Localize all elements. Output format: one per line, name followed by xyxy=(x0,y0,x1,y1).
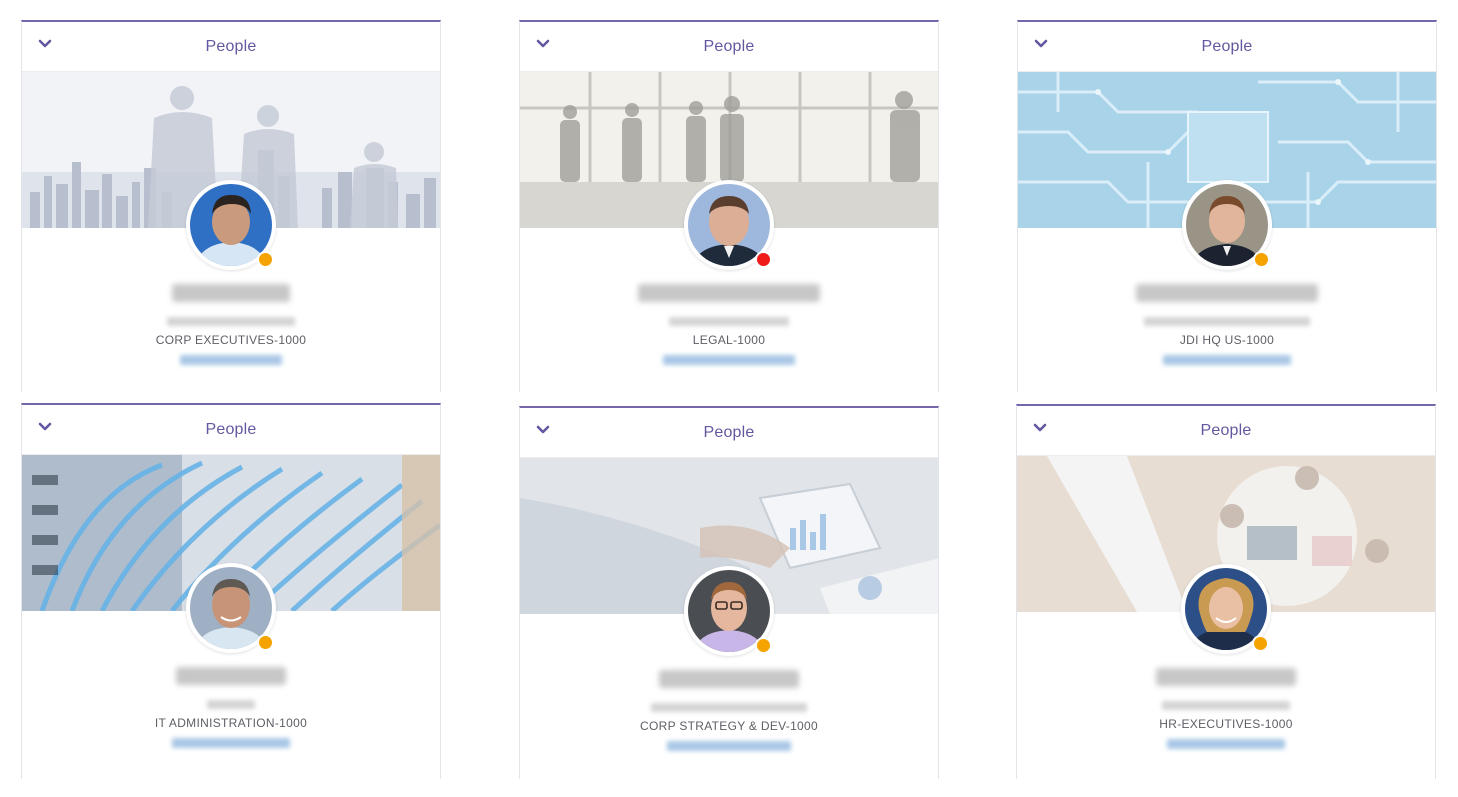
people-card-2: People LEGAL-1000 xyxy=(519,20,939,392)
chevron-down-icon[interactable] xyxy=(38,37,52,51)
status-indicator xyxy=(755,637,772,654)
status-indicator xyxy=(1252,635,1269,652)
card-header: People xyxy=(520,22,938,72)
people-card-4: People IT ADMINISTRATION-1000 xyxy=(21,403,441,779)
email-link-redacted[interactable] xyxy=(667,741,791,751)
person-name-redacted xyxy=(172,284,290,302)
status-indicator xyxy=(755,251,772,268)
job-title-redacted xyxy=(207,700,255,709)
email-link-redacted[interactable] xyxy=(180,355,282,365)
department: CORP STRATEGY & DEV-1000 xyxy=(640,719,818,733)
chevron-down-icon[interactable] xyxy=(536,423,550,437)
card-title: People xyxy=(703,37,755,55)
job-title-redacted xyxy=(167,317,295,326)
card-title: People xyxy=(1200,421,1252,439)
email-link-redacted[interactable] xyxy=(663,355,795,365)
card-title: People xyxy=(703,423,755,441)
people-card-6: People HR-EXECUTIVES-1000 xyxy=(1016,404,1436,779)
chevron-down-icon[interactable] xyxy=(536,37,550,51)
person-name-redacted xyxy=(1136,284,1318,302)
department: JDI HQ US-1000 xyxy=(1179,333,1275,347)
department: CORP EXECUTIVES-1000 xyxy=(155,333,307,347)
avatar[interactable] xyxy=(186,180,276,270)
card-header: People xyxy=(1018,22,1436,72)
job-title-redacted xyxy=(651,703,807,712)
card-header: People xyxy=(22,405,440,455)
status-indicator xyxy=(257,634,274,651)
card-header: People xyxy=(520,408,938,458)
department: IT ADMINISTRATION-1000 xyxy=(154,716,308,730)
chevron-down-icon[interactable] xyxy=(38,420,52,434)
people-card-1: People CORP EXECUTIVES-1000 xyxy=(21,20,441,392)
job-title-redacted xyxy=(1162,701,1290,710)
chevron-down-icon[interactable] xyxy=(1033,421,1047,435)
person-name-redacted xyxy=(659,670,799,688)
people-card-3: People JDI HQ US-1000 xyxy=(1017,20,1437,392)
status-indicator xyxy=(1253,251,1270,268)
card-header: People xyxy=(22,22,440,72)
email-link-redacted[interactable] xyxy=(1167,739,1285,749)
job-title-redacted xyxy=(1144,317,1310,326)
avatar[interactable] xyxy=(186,563,276,653)
card-header: People xyxy=(1017,406,1435,456)
card-title: People xyxy=(205,37,257,55)
person-name-redacted xyxy=(1156,668,1296,686)
status-indicator xyxy=(257,251,274,268)
person-name-redacted xyxy=(176,667,286,685)
avatar[interactable] xyxy=(1182,180,1272,270)
email-link-redacted[interactable] xyxy=(172,738,290,748)
chevron-down-icon[interactable] xyxy=(1034,37,1048,51)
person-name-redacted xyxy=(638,284,820,302)
email-link-redacted[interactable] xyxy=(1163,355,1291,365)
department: HR-EXECUTIVES-1000 xyxy=(1159,717,1293,731)
department: LEGAL-1000 xyxy=(692,333,766,347)
card-title: People xyxy=(205,420,257,438)
people-card-5: People CORP STRATEGY & DEV-1000 xyxy=(519,406,939,779)
avatar[interactable] xyxy=(684,180,774,270)
avatar[interactable] xyxy=(684,566,774,656)
card-title: People xyxy=(1201,37,1253,55)
job-title-redacted xyxy=(669,317,789,326)
avatar[interactable] xyxy=(1181,564,1271,654)
